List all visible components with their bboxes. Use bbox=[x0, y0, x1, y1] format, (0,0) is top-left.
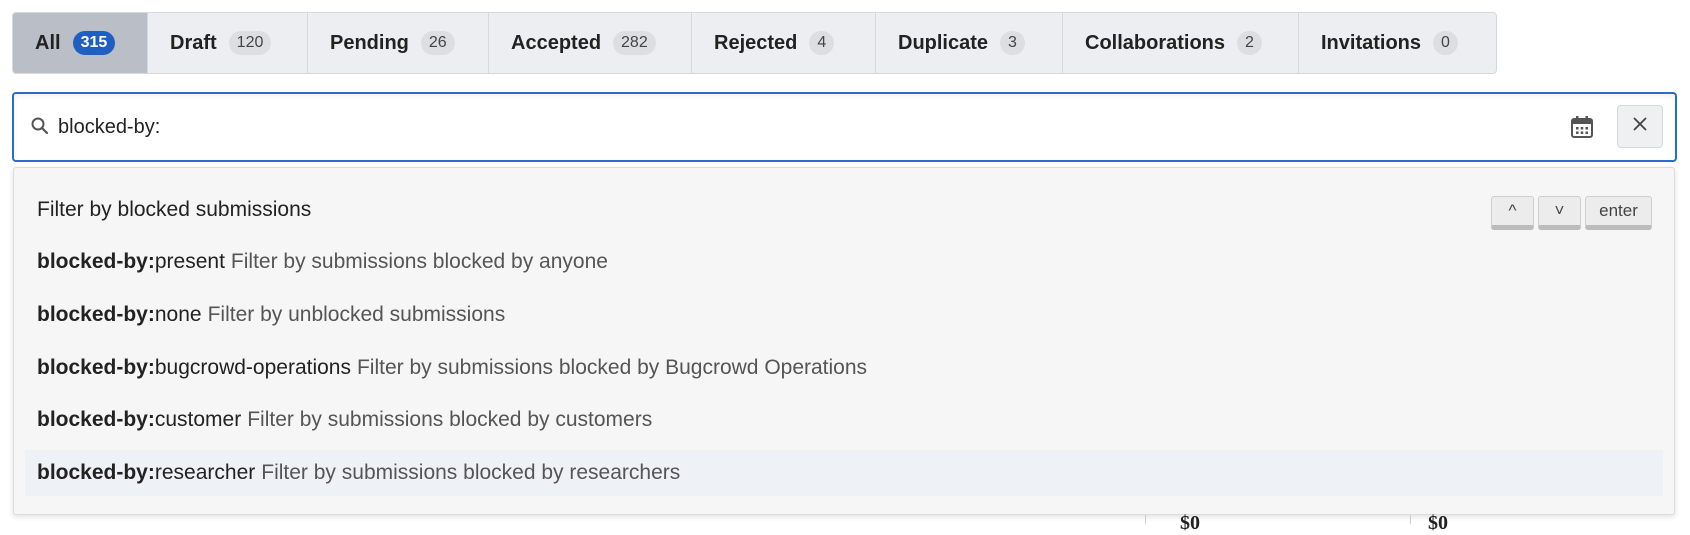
filter-suggestions-dropdown: Filter by blocked submissions ^ ˅ enter … bbox=[13, 167, 1675, 515]
tab-duplicate[interactable]: Duplicate 3 bbox=[876, 13, 1063, 73]
tab-all[interactable]: All 315 bbox=[13, 13, 148, 73]
background-divider bbox=[1410, 515, 1411, 524]
background-divider bbox=[1145, 515, 1146, 524]
suggestion-description: Filter by submissions blocked by researc… bbox=[261, 461, 681, 484]
suggestion-prefix: blocked-by: bbox=[37, 303, 155, 326]
tab-label: All bbox=[35, 31, 61, 54]
key-enter: enter bbox=[1585, 196, 1652, 230]
suggestion-prefix: blocked-by: bbox=[37, 408, 155, 431]
suggestion-prefix: blocked-by: bbox=[37, 356, 155, 379]
search-bar bbox=[12, 92, 1677, 162]
search-input[interactable] bbox=[58, 108, 1558, 146]
suggestion-description: Filter by submissions blocked by anyone bbox=[230, 250, 608, 273]
tab-count-badge: 26 bbox=[420, 31, 455, 55]
suggestion-value: none bbox=[154, 303, 202, 326]
tab-label: Duplicate bbox=[898, 31, 989, 54]
tab-count-badge: 120 bbox=[228, 31, 272, 55]
tab-label: Accepted bbox=[511, 31, 602, 54]
suggestion-value: customer bbox=[154, 408, 242, 431]
tab-count-badge: 4 bbox=[809, 31, 835, 55]
suggestion-prefix: blocked-by: bbox=[37, 250, 155, 273]
suggestion-description: Filter by unblocked submissions bbox=[207, 303, 506, 326]
tab-label: Draft bbox=[170, 31, 217, 54]
keyboard-hints: ^ ˅ enter bbox=[1491, 196, 1652, 230]
suggestion-value: present bbox=[154, 250, 225, 273]
suggestion-description: Filter by submissions blocked by custome… bbox=[247, 408, 653, 431]
tab-label: Invitations bbox=[1321, 31, 1422, 54]
suggestion-value: bugcrowd-operations bbox=[154, 356, 351, 379]
clear-search-button[interactable] bbox=[1617, 105, 1663, 148]
key-up: ^ bbox=[1491, 196, 1534, 230]
tab-accepted[interactable]: Accepted 282 bbox=[489, 13, 692, 73]
tab-count-badge: 3 bbox=[1000, 31, 1025, 55]
tab-label: Pending bbox=[330, 31, 409, 54]
key-down: ˅ bbox=[1538, 196, 1581, 230]
tab-label: Rejected bbox=[714, 31, 798, 54]
suggestion-item-highlighted[interactable]: blocked-by: researcher Filter by submissio… bbox=[25, 450, 1663, 496]
tab-label: Collaborations bbox=[1085, 31, 1226, 54]
dropdown-heading: Filter by blocked submissions bbox=[37, 198, 312, 221]
suggestion-item[interactable]: blocked-by: present Filter by submissions … bbox=[25, 239, 1663, 285]
tab-draft[interactable]: Draft 120 bbox=[148, 13, 308, 73]
tab-pending[interactable]: Pending 26 bbox=[308, 13, 489, 73]
tab-invitations[interactable]: Invitations 0 bbox=[1299, 13, 1496, 73]
close-icon bbox=[1632, 116, 1648, 137]
suggestion-description: Filter by submissions blocked by Bugcrow… bbox=[356, 356, 868, 379]
suggestion-item[interactable]: blocked-by: none Filter by unblocked submi… bbox=[25, 292, 1663, 338]
suggestion-value: researcher bbox=[154, 461, 256, 484]
tab-count-badge: 282 bbox=[613, 31, 656, 55]
tab-collaborations[interactable]: Collaborations 2 bbox=[1063, 13, 1299, 73]
tab-count-badge: 315 bbox=[72, 31, 116, 55]
suggestion-prefix: blocked-by: bbox=[37, 461, 155, 484]
tab-count-badge: 2 bbox=[1237, 31, 1262, 55]
suggestion-item[interactable]: blocked-by: customer Filter by submissions… bbox=[25, 397, 1663, 443]
calendar-icon[interactable] bbox=[1570, 115, 1594, 144]
suggestion-item[interactable]: blocked-by: bugcrowd-operations Filter by … bbox=[25, 345, 1663, 391]
tab-count-badge: 0 bbox=[1433, 31, 1458, 55]
tab-rejected[interactable]: Rejected 4 bbox=[692, 13, 876, 73]
submission-tabs: All 315 Draft 120 Pending 26 Accepted 282 Re… bbox=[12, 12, 1497, 74]
search-icon bbox=[30, 116, 50, 141]
